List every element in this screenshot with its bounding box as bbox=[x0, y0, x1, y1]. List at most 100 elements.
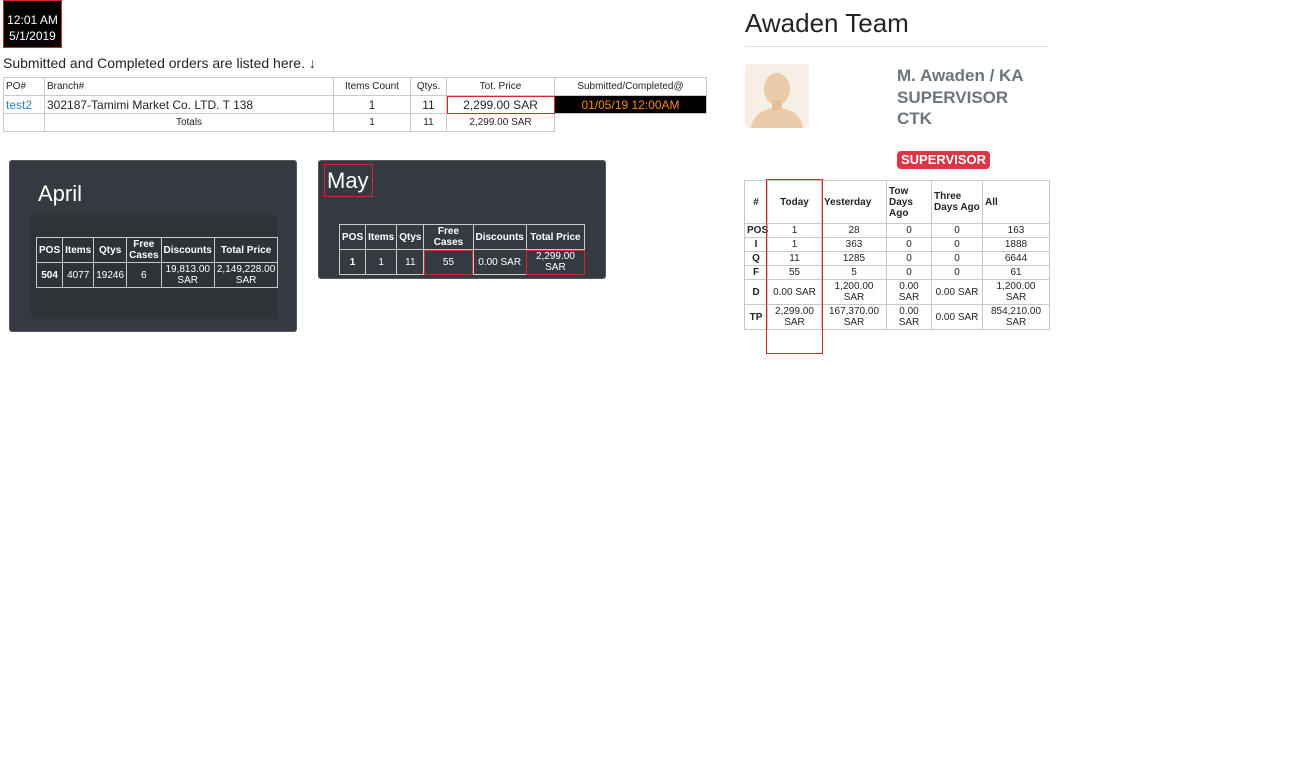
stats-cell-all: 163 bbox=[982, 223, 1050, 238]
may-free: 55 bbox=[423, 249, 474, 275]
person-silhouette-icon bbox=[745, 64, 809, 128]
stats-col-hash: # bbox=[744, 180, 768, 224]
april-header-row: POS Items Qtys Free Cases Discounts Tota… bbox=[35, 237, 279, 263]
orders-caption: Submitted and Completed orders are liste… bbox=[3, 55, 316, 71]
qtys-cell: 11 bbox=[410, 95, 447, 114]
may-col-items: Items bbox=[365, 224, 398, 250]
april-card: April POS Items Qtys Free Cases Discount… bbox=[9, 160, 297, 332]
stats-cell-two-days: 0 bbox=[886, 237, 932, 252]
stats-cell-two-days: 0.00 SAR bbox=[886, 304, 932, 330]
stats-col-yesterday: Yesterday bbox=[821, 180, 887, 224]
table-row: POS 1 28 0 0 163 bbox=[744, 223, 1050, 238]
stats-cell-today: 1 bbox=[767, 237, 822, 252]
april-pos: 504 bbox=[35, 262, 64, 288]
april-summary-table: POS Items Qtys Free Cases Discounts Tota… bbox=[35, 237, 279, 288]
april-col-items: Items bbox=[62, 237, 95, 263]
team-divider bbox=[745, 46, 1049, 47]
stats-cell-two-days: 0 bbox=[886, 251, 932, 266]
stats-row-label: POS bbox=[744, 223, 768, 238]
totals-qtys: 11 bbox=[410, 113, 447, 132]
col-header-items-count: Items Count bbox=[333, 77, 411, 96]
may-data-row: 1 1 11 55 0.00 SAR 2,299.00 SAR bbox=[338, 249, 586, 275]
may-card: May POS Items Qtys Free Cases Discounts … bbox=[318, 160, 606, 279]
stats-cell-yesterday: 363 bbox=[821, 237, 887, 252]
april-free: 6 bbox=[126, 262, 162, 288]
april-col-pos: POS bbox=[35, 237, 64, 263]
stats-row-label: F bbox=[744, 265, 768, 280]
stats-cell-yesterday: 5 bbox=[821, 265, 887, 280]
stats-cell-two-days: 0.00 SAR bbox=[886, 279, 932, 305]
totals-items: 1 bbox=[333, 113, 411, 132]
totals-empty-cell bbox=[3, 113, 45, 132]
stats-cell-three-days: 0 bbox=[931, 251, 983, 266]
stats-cell-all: 61 bbox=[982, 265, 1050, 280]
stats-cell-all: 1888 bbox=[982, 237, 1050, 252]
stats-cell-today: 55 bbox=[767, 265, 822, 280]
stats-cell-all: 6644 bbox=[982, 251, 1050, 266]
stats-cell-yesterday: 28 bbox=[821, 223, 887, 238]
table-row: Q 11 1285 0 0 6644 bbox=[744, 251, 1050, 266]
orders-header-row: PO# Branch# Items Count Qtys. Tot. Price… bbox=[3, 77, 707, 96]
stats-cell-all: 854,210.00 SAR bbox=[982, 304, 1050, 330]
may-col-pos: POS bbox=[338, 224, 367, 250]
may-pos: 1 bbox=[338, 249, 367, 275]
stats-cell-yesterday: 167,370.00 SAR bbox=[821, 304, 887, 330]
stats-cell-today: 2,299.00 SAR bbox=[767, 304, 822, 330]
stats-cell-two-days: 0 bbox=[886, 223, 932, 238]
stats-col-today: Today bbox=[767, 180, 822, 224]
april-inner-panel: POS Items Qtys Free Cases Discounts Tota… bbox=[31, 215, 279, 319]
stats-cell-today: 11 bbox=[767, 251, 822, 266]
branch-cell: 302187-Tamimi Market Co. LTD. T 138 bbox=[44, 95, 334, 114]
stats-cell-three-days: 0 bbox=[931, 237, 983, 252]
clock-time: 12:01 AM bbox=[7, 13, 58, 27]
stats-col-all: All bbox=[982, 180, 1050, 224]
may-qtys: 11 bbox=[396, 249, 425, 275]
may-col-free: Free Cases bbox=[423, 224, 474, 250]
col-header-tot-price: Tot. Price bbox=[446, 77, 555, 96]
may-items: 1 bbox=[365, 249, 398, 275]
april-col-discounts: Discounts bbox=[160, 237, 215, 263]
stats-col-two-days: Tow Days Ago bbox=[886, 180, 932, 224]
april-title: April bbox=[38, 181, 83, 206]
stats-cell-yesterday: 1,200.00 SAR bbox=[821, 279, 887, 305]
may-col-discounts: Discounts bbox=[472, 224, 527, 250]
april-data-row: 504 4077 19246 6 19,813.00 SAR 2,149,228… bbox=[35, 262, 279, 288]
april-qtys: 19246 bbox=[93, 262, 128, 288]
team-title: Awaden Team bbox=[745, 8, 909, 38]
may-summary-table: POS Items Qtys Free Cases Discounts Tota… bbox=[338, 224, 586, 275]
stats-cell-two-days: 0 bbox=[886, 265, 932, 280]
stats-row-label: Q bbox=[744, 251, 768, 266]
table-row: TP 2,299.00 SAR 167,370.00 SAR 0.00 SAR … bbox=[744, 304, 1050, 330]
items-count-cell: 1 bbox=[333, 95, 411, 114]
totals-label: Totals bbox=[44, 113, 334, 132]
stats-row-label: D bbox=[744, 279, 768, 305]
stats-cell-three-days: 0.00 SAR bbox=[931, 279, 983, 305]
table-row: D 0.00 SAR 1,200.00 SAR 0.00 SAR 0.00 SA… bbox=[744, 279, 1050, 305]
team-stats-table: # Today Yesterday Tow Days Ago Three Day… bbox=[744, 180, 1050, 330]
col-header-po: PO# bbox=[3, 77, 45, 96]
tot-price-cell: 2,299.00 SAR bbox=[446, 95, 555, 114]
totals-price: 2,299.00 SAR bbox=[446, 113, 555, 132]
clock-widget: 12:01 AM 5/1/2019 bbox=[3, 0, 62, 48]
table-row: F 55 5 0 0 61 bbox=[744, 265, 1050, 280]
april-discounts: 19,813.00 SAR bbox=[160, 262, 215, 288]
may-col-total: Total Price bbox=[525, 224, 586, 250]
role-badge: SUPERVISOR bbox=[897, 151, 991, 169]
may-header-row: POS Items Qtys Free Cases Discounts Tota… bbox=[338, 224, 586, 250]
stats-cell-yesterday: 1285 bbox=[821, 251, 887, 266]
stats-row-label: TP bbox=[744, 304, 768, 330]
col-header-branch: Branch# bbox=[44, 77, 334, 96]
orders-table: PO# Branch# Items Count Qtys. Tot. Price… bbox=[3, 77, 707, 132]
may-title: May bbox=[324, 164, 373, 197]
stats-cell-today: 1 bbox=[767, 223, 822, 238]
stats-cell-today: 0.00 SAR bbox=[767, 279, 822, 305]
po-link[interactable]: test2 bbox=[3, 95, 45, 114]
april-items: 4077 bbox=[62, 262, 95, 288]
april-col-free: Free Cases bbox=[126, 237, 162, 263]
submitted-date-cell: 01/05/19 12:00AM bbox=[554, 95, 707, 114]
table-row: I 1 363 0 0 1888 bbox=[744, 237, 1050, 252]
may-col-qtys: Qtys bbox=[396, 224, 425, 250]
stats-cell-three-days: 0.00 SAR bbox=[931, 304, 983, 330]
totals-row: Totals 1 11 2,299.00 SAR bbox=[3, 113, 707, 132]
stats-col-three-days: Three Days Ago bbox=[931, 180, 983, 224]
